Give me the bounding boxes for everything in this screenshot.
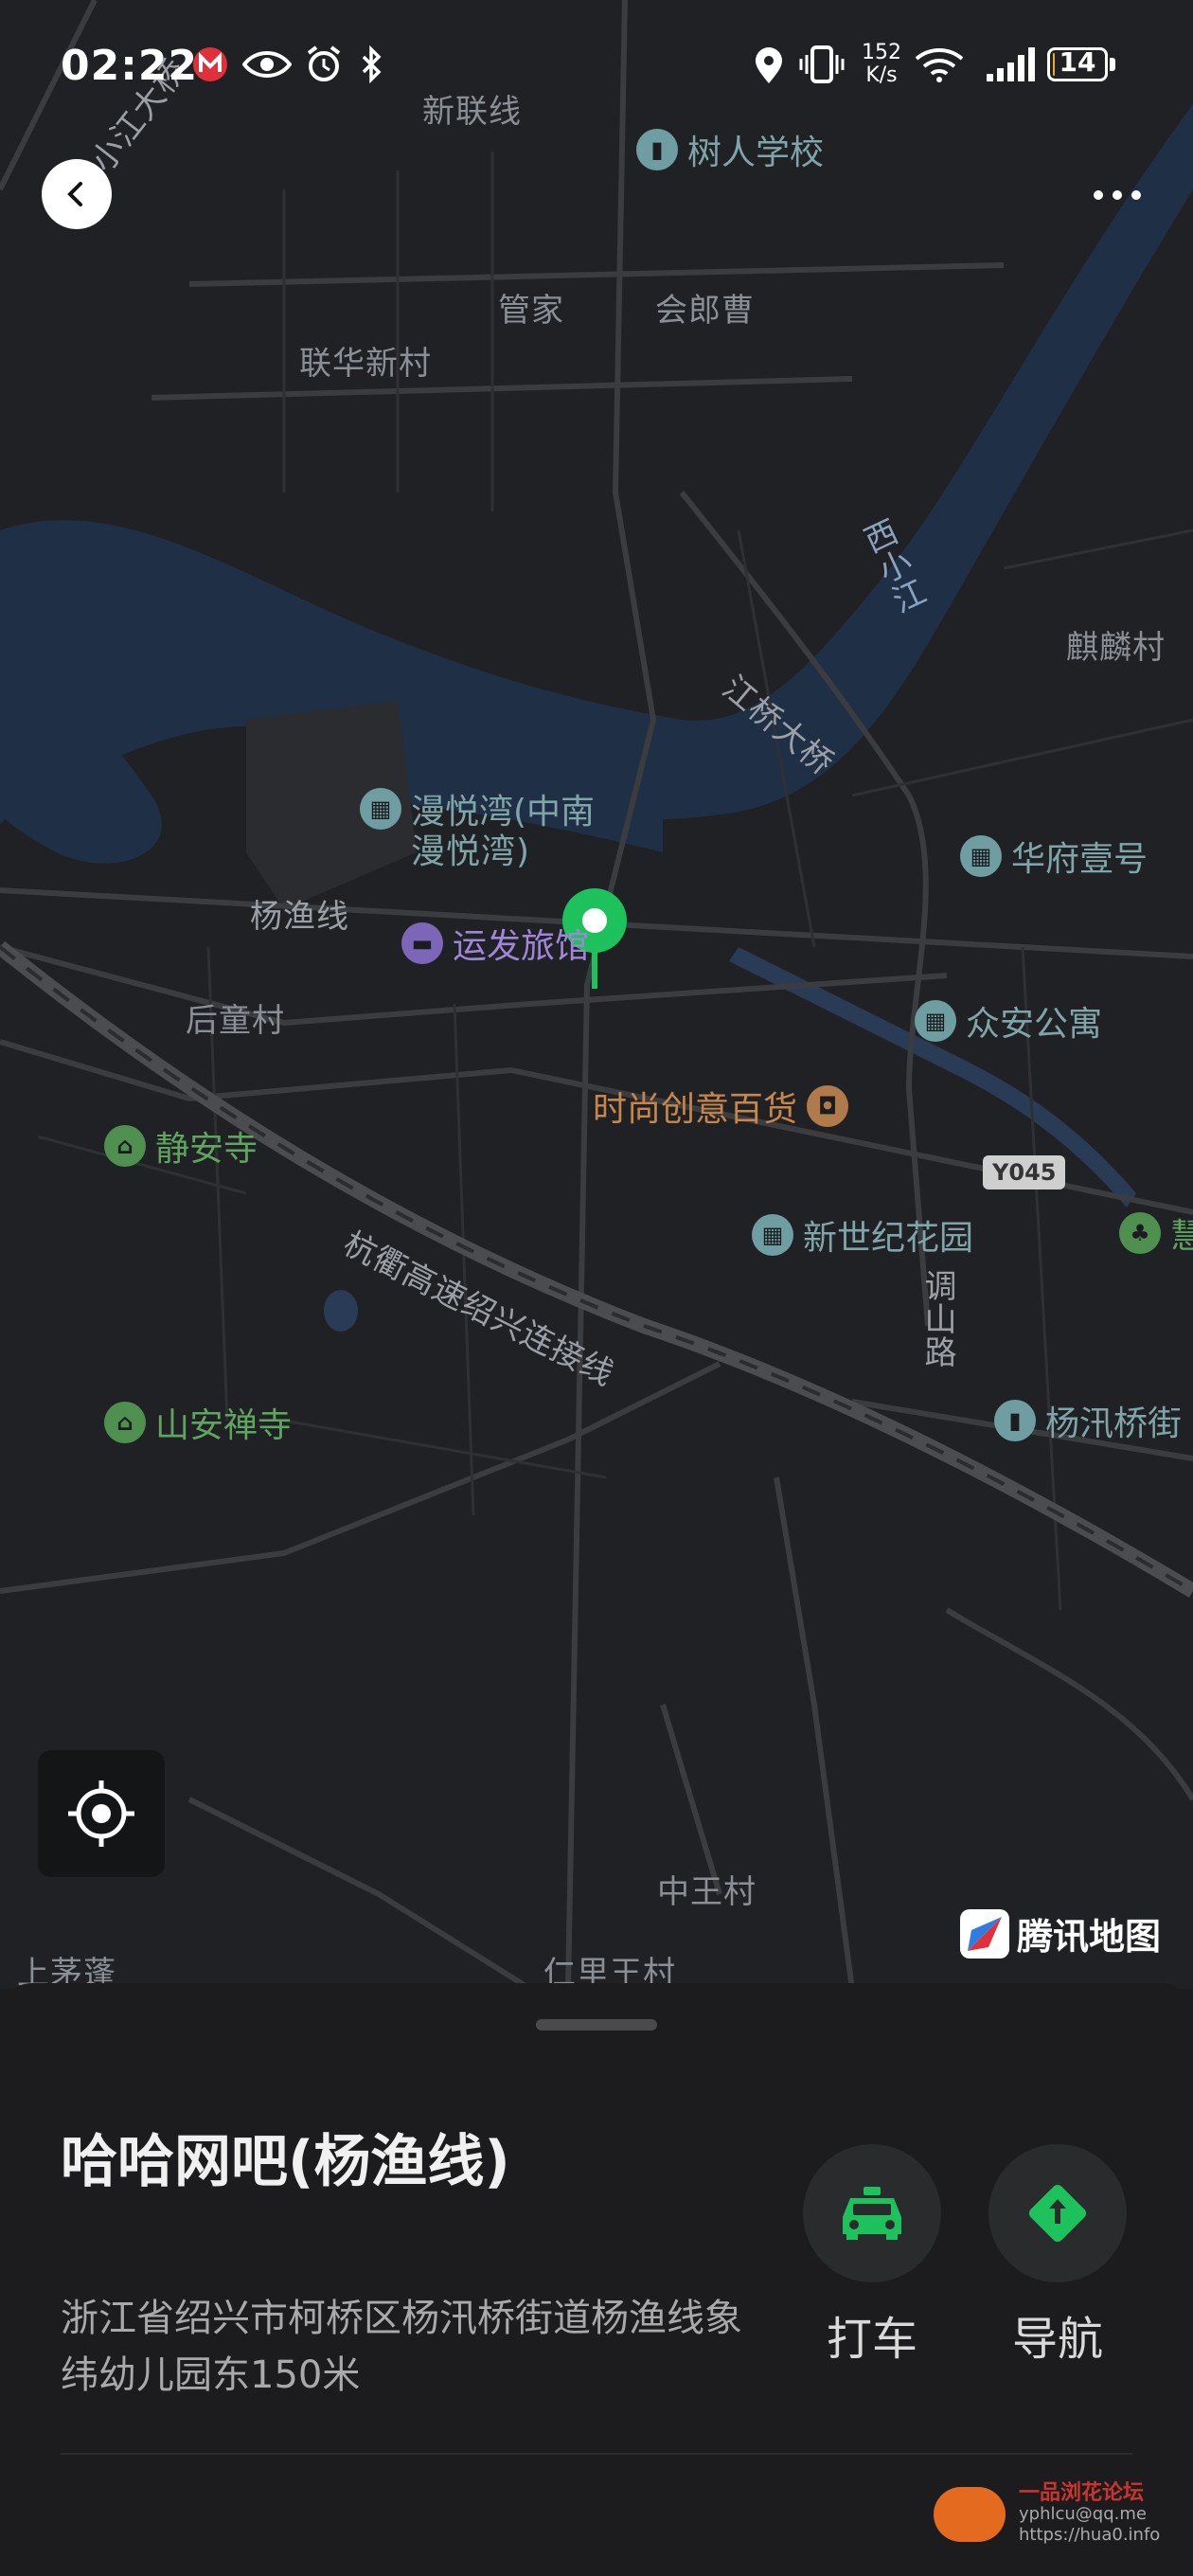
poi-shop[interactable]: ◘ 时尚创意百货 [593, 1082, 849, 1131]
place-title: 哈哈网吧(杨渔线) [61, 2129, 510, 2195]
poi-temple[interactable]: ⌂ 山安禅寺 [104, 1398, 292, 1447]
navigate-label: 导航 [1011, 2313, 1103, 2366]
wifi-icon [915, 45, 964, 92]
building-icon: ▦ [960, 835, 1002, 877]
chevron-left-icon [67, 182, 82, 206]
map-view[interactable]: 新联线 管家 会郎曹 联华新村 西小江 江桥大桥 麒麟村 杨渔线 后童村 杭衢高… [0, 0, 1193, 1993]
location-icon [752, 45, 786, 94]
map-label: 会郎曹 [655, 292, 755, 330]
road-shield: Y045 [983, 1155, 1066, 1190]
taxi-button[interactable]: 打车 [801, 2144, 943, 2368]
map-label-road: 调山路 [918, 1269, 956, 1368]
forum-logo-icon [934, 2487, 1006, 2542]
temple-icon: ⌂ [104, 1125, 146, 1167]
poi-residence[interactable]: ▦ 新世纪花园 [752, 1210, 973, 1260]
building-icon: ▦ [360, 788, 401, 830]
navigation-diamond-icon [1028, 2184, 1087, 2243]
shopping-bag-icon: ◘ [807, 1085, 849, 1127]
more-options-button[interactable] [1087, 176, 1148, 214]
bed-icon: ▬ [401, 922, 443, 964]
battery-indicator: 14 [1047, 46, 1108, 81]
map-canvas[interactable] [0, 0, 1193, 1989]
taxi-label: 打车 [826, 2313, 917, 2366]
taxi-button-circle[interactable] [803, 2144, 941, 2282]
metro-icon [191, 45, 229, 92]
map-label: 麒麟村 [1066, 629, 1166, 667]
status-bar: 02:22 152 K/s 14 [0, 0, 1193, 133]
poi-temple[interactable]: ⌂ 静安寺 [104, 1121, 258, 1171]
pond [324, 1290, 358, 1332]
place-address: 浙江省绍兴市柯桥区杨汛桥街道杨渔线象纬幼儿园东150米 [61, 2297, 742, 2397]
bluetooth-icon [358, 45, 386, 92]
network-speed: 152 K/s [862, 41, 901, 87]
navigate-button[interactable]: 导航 [987, 2144, 1129, 2368]
navigate-button-circle[interactable] [988, 2144, 1127, 2282]
building-icon: ▦ [752, 1214, 793, 1256]
tencent-map-icon [960, 1908, 1009, 1959]
battery-tip [1110, 58, 1115, 71]
poi-park[interactable]: ♣ 慧 [1119, 1208, 1193, 1258]
my-location-button[interactable] [38, 1750, 165, 1877]
signal-icon [985, 45, 1038, 92]
building-icon: ▦ [915, 1000, 956, 1042]
taxi-icon [843, 2187, 901, 2240]
back-button[interactable] [42, 159, 112, 229]
river [0, 104, 1193, 824]
poi-school[interactable]: ▮ 杨汛桥街 [994, 1396, 1182, 1445]
vibrate-icon [799, 45, 845, 92]
map-label-road: 杨渔线 [250, 898, 349, 936]
tree-icon: ♣ [1119, 1212, 1161, 1254]
map-label: 管家 [498, 292, 564, 330]
more-dots-icon [1094, 190, 1141, 200]
forum-watermark: 一品浏花论坛 yphlcu@qq.me https://hua0.info [934, 2483, 1160, 2546]
map-label: 后童村 [186, 1002, 285, 1040]
book-icon: ▮ [636, 129, 678, 170]
divider [61, 2453, 1132, 2455]
book-icon: ▮ [994, 1400, 1036, 1441]
eye-icon [241, 45, 293, 92]
map-label: 联华新村 [299, 345, 432, 383]
alarm-icon [305, 45, 343, 92]
crosshair-icon [68, 1780, 134, 1847]
map-provider-logo: 腾讯地图 [960, 1907, 1161, 1959]
poi-label-cont: 漫悦湾) [411, 832, 531, 871]
poi-residence[interactable]: ▦ 华府壹号 [960, 832, 1148, 881]
drag-handle[interactable] [536, 2019, 657, 2030]
road-network [0, 0, 1193, 1989]
poi-residence[interactable]: ▦ 众安公寓 [915, 996, 1102, 1046]
map-label: 中王村 [657, 1873, 757, 1911]
temple-icon: ⌂ [104, 1402, 146, 1443]
place-detail-sheet[interactable]: 哈哈网吧(杨渔线) 浙江省绍兴市柯桥区杨汛桥街道杨渔线象纬幼儿园东150米 打车… [0, 1983, 1193, 2576]
status-time: 02:22 [61, 42, 199, 90]
poi-hotel[interactable]: ▬ 运发旅馆 [401, 919, 589, 968]
